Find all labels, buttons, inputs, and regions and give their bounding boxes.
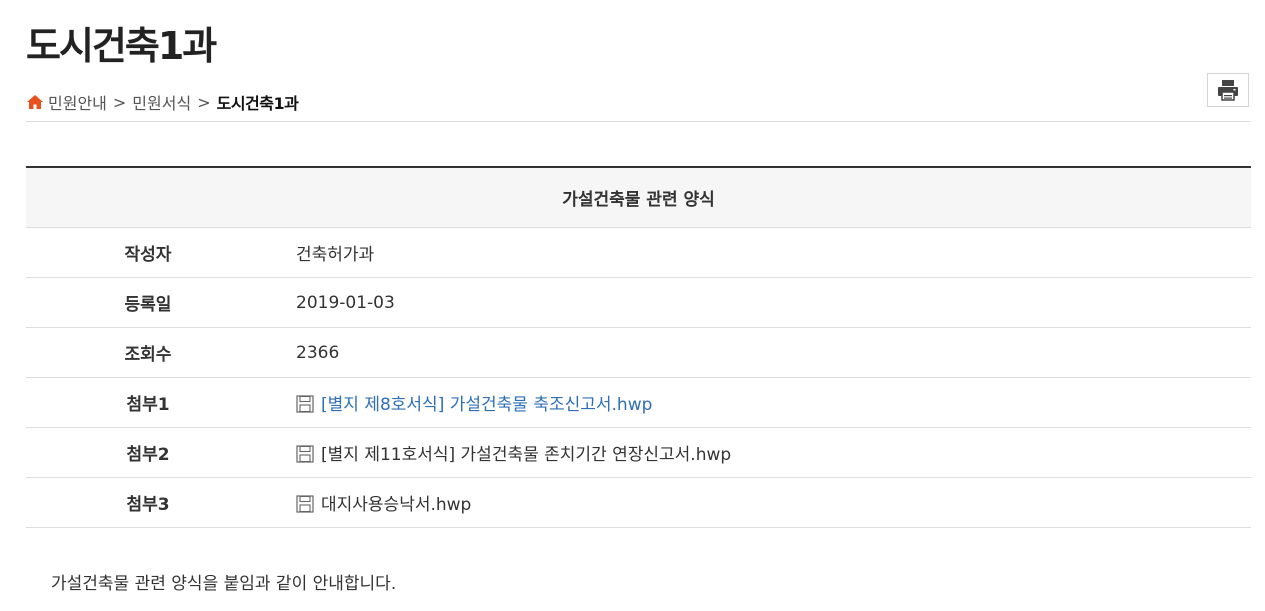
board-row-author: 작성자 건축허가과: [26, 228, 1251, 278]
board-row-attachment-2: 첨부2 [별지 제11호서식] 가설건축물 존치기간 연장신고서.hwp: [26, 428, 1251, 478]
attachment-value: [별지 제11호서식] 가설건축물 존치기간 연장신고서.hwp: [296, 440, 731, 465]
attachment-label: 첨부2: [126, 445, 170, 465]
breadcrumb: 민원안내 > 민원서식 > 도시건축1과: [26, 90, 299, 114]
attachment-label: 첨부1: [126, 395, 170, 415]
board-subject: 가설건축물 관련 양식: [26, 168, 1251, 228]
breadcrumb-item-civil-forms[interactable]: 민원서식: [132, 90, 191, 114]
breadcrumb-separator: >: [112, 92, 127, 112]
author-label: 작성자: [124, 245, 172, 265]
save-disk-icon: [296, 495, 314, 513]
attachment-link[interactable]: [별지 제11호서식] 가설건축물 존치기간 연장신고서.hwp: [321, 440, 731, 465]
page-title: 도시건축1과: [26, 24, 217, 68]
board-view: 가설건축물 관련 양식 작성자 건축허가과 등록일 2019-01-03 조회수…: [26, 166, 1251, 528]
print-button[interactable]: [1207, 73, 1249, 107]
board-row-date: 등록일 2019-01-03: [26, 278, 1251, 328]
save-disk-icon: [296, 445, 314, 463]
author-value: 건축허가과: [296, 245, 375, 265]
attachment-link[interactable]: 대지사용승낙서.hwp: [321, 490, 471, 515]
date-label: 등록일: [124, 295, 172, 315]
views-label: 조회수: [124, 345, 172, 365]
board-row-attachment-1: 첨부1 [별지 제8호서식] 가설건축물 축조신고서.hwp: [26, 378, 1251, 428]
breadcrumb-item-civil-guide[interactable]: 민원안내: [48, 90, 107, 114]
date-value: 2019-01-03: [296, 292, 395, 313]
page: 도시건축1과 민원안내 > 민원서식 > 도시건축1과 가설건축물 관련 양식 …: [0, 0, 1265, 611]
board-content: 가설건축물 관련 양식을 붙임과 같이 안내합니다.: [51, 574, 397, 594]
breadcrumb-separator: >: [197, 92, 211, 112]
header-divider: [26, 121, 1251, 122]
views-value: 2366: [296, 342, 340, 363]
home-icon[interactable]: [26, 94, 44, 110]
board-row-attachment-3: 첨부3 대지사용승낙서.hwp: [26, 478, 1251, 528]
breadcrumb-current: 도시건축1과: [216, 94, 299, 113]
attachment-link[interactable]: [별지 제8호서식] 가설건축물 축조신고서.hwp: [321, 390, 652, 415]
board-row-views: 조회수 2366: [26, 328, 1251, 378]
save-disk-icon: [296, 395, 314, 413]
attachment-value: [별지 제8호서식] 가설건축물 축조신고서.hwp: [296, 390, 652, 415]
attachment-label: 첨부3: [126, 495, 170, 515]
attachment-value: 대지사용승낙서.hwp: [296, 490, 471, 515]
printer-icon: [1218, 80, 1238, 101]
